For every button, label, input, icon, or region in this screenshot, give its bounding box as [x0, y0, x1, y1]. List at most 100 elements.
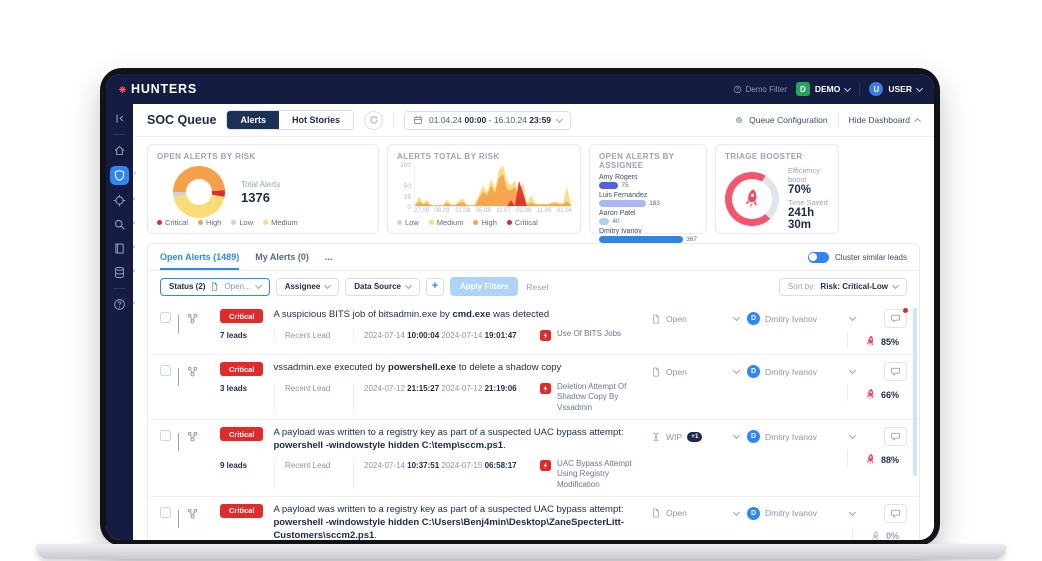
y-tick: 0 [407, 204, 411, 211]
nav-threat-hunting[interactable]: › [111, 192, 135, 209]
sort-dropdown[interactable]: Sort by: Risk: Critical-Low [778, 277, 907, 296]
main-header: SOC Queue Alerts Hot Stories 01.04.24 00… [133, 104, 934, 137]
meta-divider [353, 382, 354, 414]
reset-filters-button[interactable]: Reset [526, 282, 548, 292]
assignee-dropdown[interactable]: D Dmitry Ivanov [747, 430, 865, 444]
rocket-icon [863, 387, 878, 402]
triage-score: 66% [846, 385, 907, 402]
card-triage-booster: TRIAGE BOOSTER Efficiency boost 70% Time… [715, 144, 839, 234]
assignee-dropdown[interactable]: D Dmitry Ivanov [747, 312, 865, 325]
status-extra-badge: +1 [687, 431, 703, 442]
expand-row-button[interactable] [178, 430, 179, 452]
hide-dashboard-button[interactable]: Hide Dashboard [849, 115, 922, 125]
legend-dot [263, 220, 269, 225]
row-controls [160, 427, 220, 490]
risk-legend: Critical High Low Medium [157, 218, 298, 227]
org-menu[interactable]: D DEMO [795, 82, 852, 96]
row-checkbox[interactable] [160, 312, 171, 323]
status-dropdown[interactable]: Open [651, 508, 747, 518]
row-checkbox[interactable] [160, 430, 171, 442]
alert-title: vssadmin.exe executed by powershell.exe … [273, 362, 562, 373]
expand-row-button[interactable] [178, 312, 179, 333]
chevron-down-icon [891, 281, 900, 290]
date-range-picker[interactable]: 01.04.24 00:00 - 16.10.24 23:59 [404, 110, 572, 130]
chevron-down-icon [848, 366, 857, 375]
assignee-dropdown[interactable]: D Dmitry Ivanov [747, 365, 865, 378]
triage-score-value: 85% [880, 336, 899, 347]
nav-data[interactable]: › [111, 264, 135, 281]
comments-button[interactable] [884, 362, 907, 381]
apply-filters-button[interactable]: Apply Filters [449, 277, 519, 296]
lead-timestamps: 2024-07-14 10:37:51 2024-07-15 06:58:17 [364, 460, 517, 470]
filter-data-source[interactable]: Data Source [345, 277, 420, 296]
row-checkbox[interactable] [160, 506, 171, 518]
alerts-tab-0[interactable]: Open Alerts (1489) [160, 244, 240, 270]
risk-total-legend: Low Medium High Critical [397, 218, 538, 227]
collapse-sidebar[interactable] [111, 110, 128, 127]
status-dropdown[interactable]: WIP +1 [651, 431, 747, 442]
help-icon [113, 298, 126, 311]
app-window: HUNTERS Demo Filter D DEMO U USER › › › … [106, 74, 934, 540]
nav-search[interactable]: › [111, 216, 135, 233]
alert-right: Open D Dmitry Ivanov 85% [651, 307, 909, 348]
status-label: Open [666, 313, 687, 324]
queue-configuration-button[interactable]: Queue Configuration [734, 115, 828, 125]
expand-row-button[interactable] [178, 507, 179, 528]
hunters-logo[interactable]: HUNTERS [118, 82, 197, 96]
alert-right-bottom: 85% [651, 332, 907, 348]
alert-row: Critical A payload was written to a regis… [148, 419, 919, 496]
assignee-name: Dmitry Ivanov [599, 228, 642, 235]
chevron-down-icon [178, 315, 179, 333]
row-checkbox[interactable] [160, 365, 171, 376]
status-dropdown[interactable]: Open [651, 367, 747, 377]
refresh-button[interactable] [364, 110, 383, 130]
legend-label: High [205, 218, 222, 227]
comments-button[interactable] [884, 503, 907, 523]
tab-hot-stories[interactable]: Hot Stories [278, 111, 353, 129]
efficiency-label: Efficiency boost [788, 166, 820, 184]
header-divider [393, 112, 394, 128]
alert-title: A payload was written to a registry key … [273, 503, 624, 540]
scrollbar-thumb[interactable] [913, 308, 917, 476]
recent-lead-label: Recent Lead [285, 384, 331, 393]
chevron-down-icon [178, 509, 179, 528]
filter-status-label: Status (2) [169, 282, 206, 291]
document-icon [651, 367, 661, 377]
lead-timestamps: 2024-07-14 10:00:04 2024-07-14 19:01:47 [364, 331, 517, 340]
alerts-tab-2[interactable]: ... [325, 244, 333, 270]
filter-status[interactable]: Status (2) Open... [160, 277, 270, 296]
cluster-toggle[interactable] [807, 251, 829, 263]
demo-filter[interactable]: Demo Filter [733, 85, 787, 94]
filter-assignee[interactable]: Assignee [275, 277, 340, 296]
severity-badge: Critical [220, 427, 264, 442]
time-saved-label: Time Saved [788, 198, 828, 207]
assignee-avatar: D [747, 506, 760, 520]
nav-help[interactable]: › [111, 296, 135, 313]
comments-button[interactable] [884, 427, 907, 447]
assignee-bar-row: Amy Rogers 75 [599, 174, 697, 189]
alert-meta: 3 leads Recent Lead 2024-07-12 21:15:27 20… [220, 382, 645, 414]
cluster-glyph [186, 507, 199, 520]
assignee-value: 75 [621, 182, 629, 189]
leads-count: 7 leads [220, 331, 248, 340]
cluster-icon [186, 365, 199, 383]
nav-soc[interactable]: › [110, 166, 136, 185]
alerts-tab-1[interactable]: My Alerts (0) [255, 244, 309, 270]
leads-count: 9 leads [220, 460, 248, 470]
legend-dot [157, 220, 162, 225]
expand-row-button[interactable] [178, 365, 179, 386]
nav-reports[interactable]: › [111, 240, 135, 257]
chevron-down-icon [732, 508, 741, 517]
status-dropdown[interactable]: Open [651, 314, 747, 324]
tab-alerts[interactable]: Alerts [227, 111, 279, 129]
comments-button[interactable] [884, 307, 909, 328]
alerts-tabs: Open Alerts (1489) My Alerts (0)... Clust… [148, 244, 919, 271]
assignee-dropdown[interactable]: D Dmitry Ivanov [747, 506, 865, 520]
chevron-down-icon [404, 281, 413, 290]
chevron-right-icon: › [132, 196, 135, 203]
add-filter-button[interactable]: + [425, 277, 444, 296]
user-menu[interactable]: U USER [869, 82, 924, 96]
gear-icon [734, 115, 744, 125]
card-open-alerts-by-risk: OPEN ALERTS BY RISK Total Alerts 1376 Cr… [147, 144, 379, 234]
nav-home[interactable] [111, 142, 128, 159]
